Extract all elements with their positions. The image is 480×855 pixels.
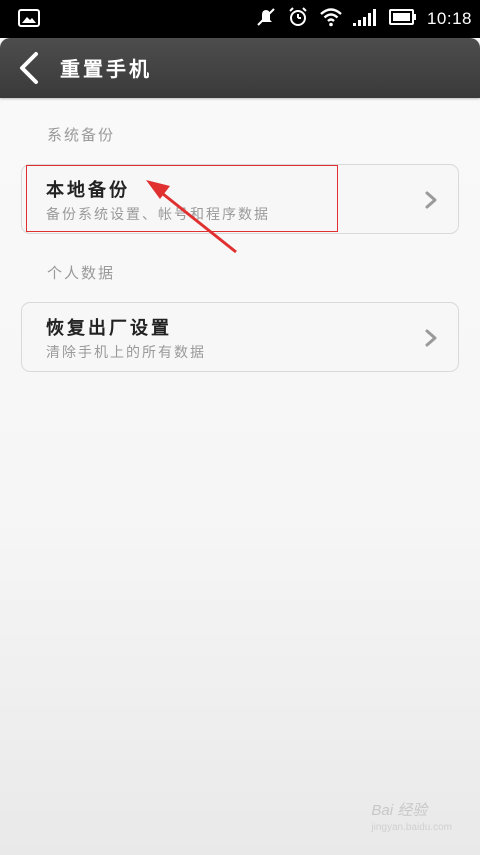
- back-button[interactable]: [10, 48, 50, 88]
- watermark-url: jingyan.baidu.com: [371, 822, 452, 833]
- list-item-factory-reset[interactable]: 恢复出厂设置 清除手机上的所有数据: [21, 302, 459, 372]
- section-label-personal-data: 个人数据: [47, 264, 116, 282]
- watermark-text: Bai 经验: [371, 802, 428, 819]
- status-time: 10:18: [426, 9, 472, 28]
- page-title: 重置手机: [60, 57, 152, 81]
- chevron-left-icon: [20, 52, 38, 84]
- image-icon: [18, 9, 40, 31]
- mute-icon: [255, 6, 277, 32]
- chevron-right-icon: [425, 191, 437, 209]
- item-subtitle: 备份系统设置、帐号和程序数据: [46, 207, 270, 223]
- chevron-right-icon: [425, 329, 437, 347]
- wifi-icon: [319, 7, 343, 31]
- item-subtitle: 清除手机上的所有数据: [46, 345, 206, 361]
- status-bar: 10:18: [0, 0, 480, 38]
- list-item-local-backup[interactable]: 本地备份 备份系统设置、帐号和程序数据: [21, 164, 459, 234]
- battery-icon: [388, 9, 417, 29]
- title-bar: 重置手机: [0, 38, 480, 98]
- alarm-icon: [287, 6, 309, 32]
- signal-icon: [352, 8, 379, 30]
- item-title: 恢复出厂设置: [46, 318, 172, 339]
- section-label-system-backup: 系统备份: [47, 126, 116, 144]
- item-title: 本地备份: [46, 180, 130, 201]
- watermark: Bai 经验 jingyan.baidu.com: [371, 799, 452, 833]
